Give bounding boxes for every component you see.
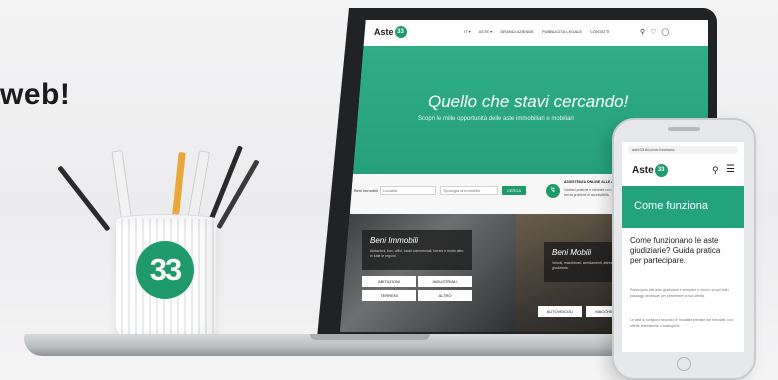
bolt-icon: ↯: [546, 184, 560, 198]
cup-logo: 33: [136, 241, 194, 299]
phone-logo[interactable]: Aste 33: [632, 164, 668, 177]
logo-badge: 33: [394, 26, 407, 38]
phone-logo-word: Aste: [632, 165, 654, 176]
guide-body-2: Le aste si svolgono secondo le modalità …: [630, 318, 733, 328]
search-label: Beni immobili: [354, 188, 378, 193]
headline: web!: [0, 78, 71, 111]
user-icon[interactable]: ◯: [661, 28, 669, 36]
phone-logo-badge: 33: [654, 164, 668, 177]
logo-word: Aste: [374, 27, 394, 37]
guide-body-1: Partecipare alle aste giudiziarie è semp…: [630, 288, 730, 298]
nav-item[interactable]: IT ▾: [464, 29, 471, 34]
immobili-button[interactable]: TERRENI: [362, 290, 416, 301]
nav-item[interactable]: GRANDI AZIENDE: [500, 29, 534, 34]
immobili-button[interactable]: INDUSTRIALI: [418, 276, 472, 287]
header-icons: ⚲ ♡ ◯: [640, 28, 669, 36]
immobili-title: Beni Immobili: [370, 236, 419, 245]
immobili-button[interactable]: ABITAZIONI: [362, 276, 416, 287]
mobili-button[interactable]: AUTOVEICOLI: [538, 306, 582, 317]
search-button[interactable]: CERCA: [502, 186, 527, 195]
url-bar[interactable]: aste33.it/come-funziona: [628, 146, 738, 154]
nav-item[interactable]: ASTE ▾: [479, 29, 493, 34]
heart-icon[interactable]: ♡: [650, 28, 656, 36]
pencil-black: [57, 165, 111, 232]
search-icon[interactable]: ⚲: [712, 165, 719, 176]
hero-subtitle: Scopri le mille opportunità delle aste i…: [418, 116, 574, 122]
phone-screen: aste33.it/come-funziona Aste 33 ⚲ ☰ Come…: [622, 142, 744, 352]
search-icon[interactable]: ⚲: [640, 28, 645, 36]
property-type-field[interactable]: Tipologia di immobile: [440, 186, 498, 195]
menu-icon[interactable]: ☰: [726, 164, 735, 175]
nav-item[interactable]: PUBBLICITÀ LEGALE: [542, 29, 582, 34]
location-field[interactable]: Località: [380, 186, 436, 195]
home-button: [677, 357, 691, 371]
phone-speaker: [668, 127, 700, 131]
panel-immobili: Beni Immobili Abitazioni, box, uffici, l…: [340, 214, 516, 332]
main-nav: IT ▾ ASTE ▾ GRANDI AZIENDE PUBBLICITÀ LE…: [464, 29, 609, 34]
immobili-card: Beni Immobili Abitazioni, box, uffici, l…: [362, 230, 472, 270]
section-title: Come funziona: [634, 200, 708, 212]
laptop-notch: [310, 334, 430, 340]
site-logo[interactable]: Aste 33: [374, 26, 407, 38]
nav-item[interactable]: CONTATTI: [590, 29, 609, 34]
immobili-desc: Abitazioni, box, uffici, locali commerci…: [370, 249, 464, 258]
immobili-button[interactable]: ALTRO: [418, 290, 472, 301]
hero-title: Quello che stavi cercando!: [428, 92, 629, 111]
guide-question[interactable]: Come funzionano le aste giudiziarie? Gui…: [630, 236, 730, 266]
site-header: Aste 33 IT ▾ ASTE ▾ GRANDI AZIENDE PUBBL…: [340, 20, 708, 46]
